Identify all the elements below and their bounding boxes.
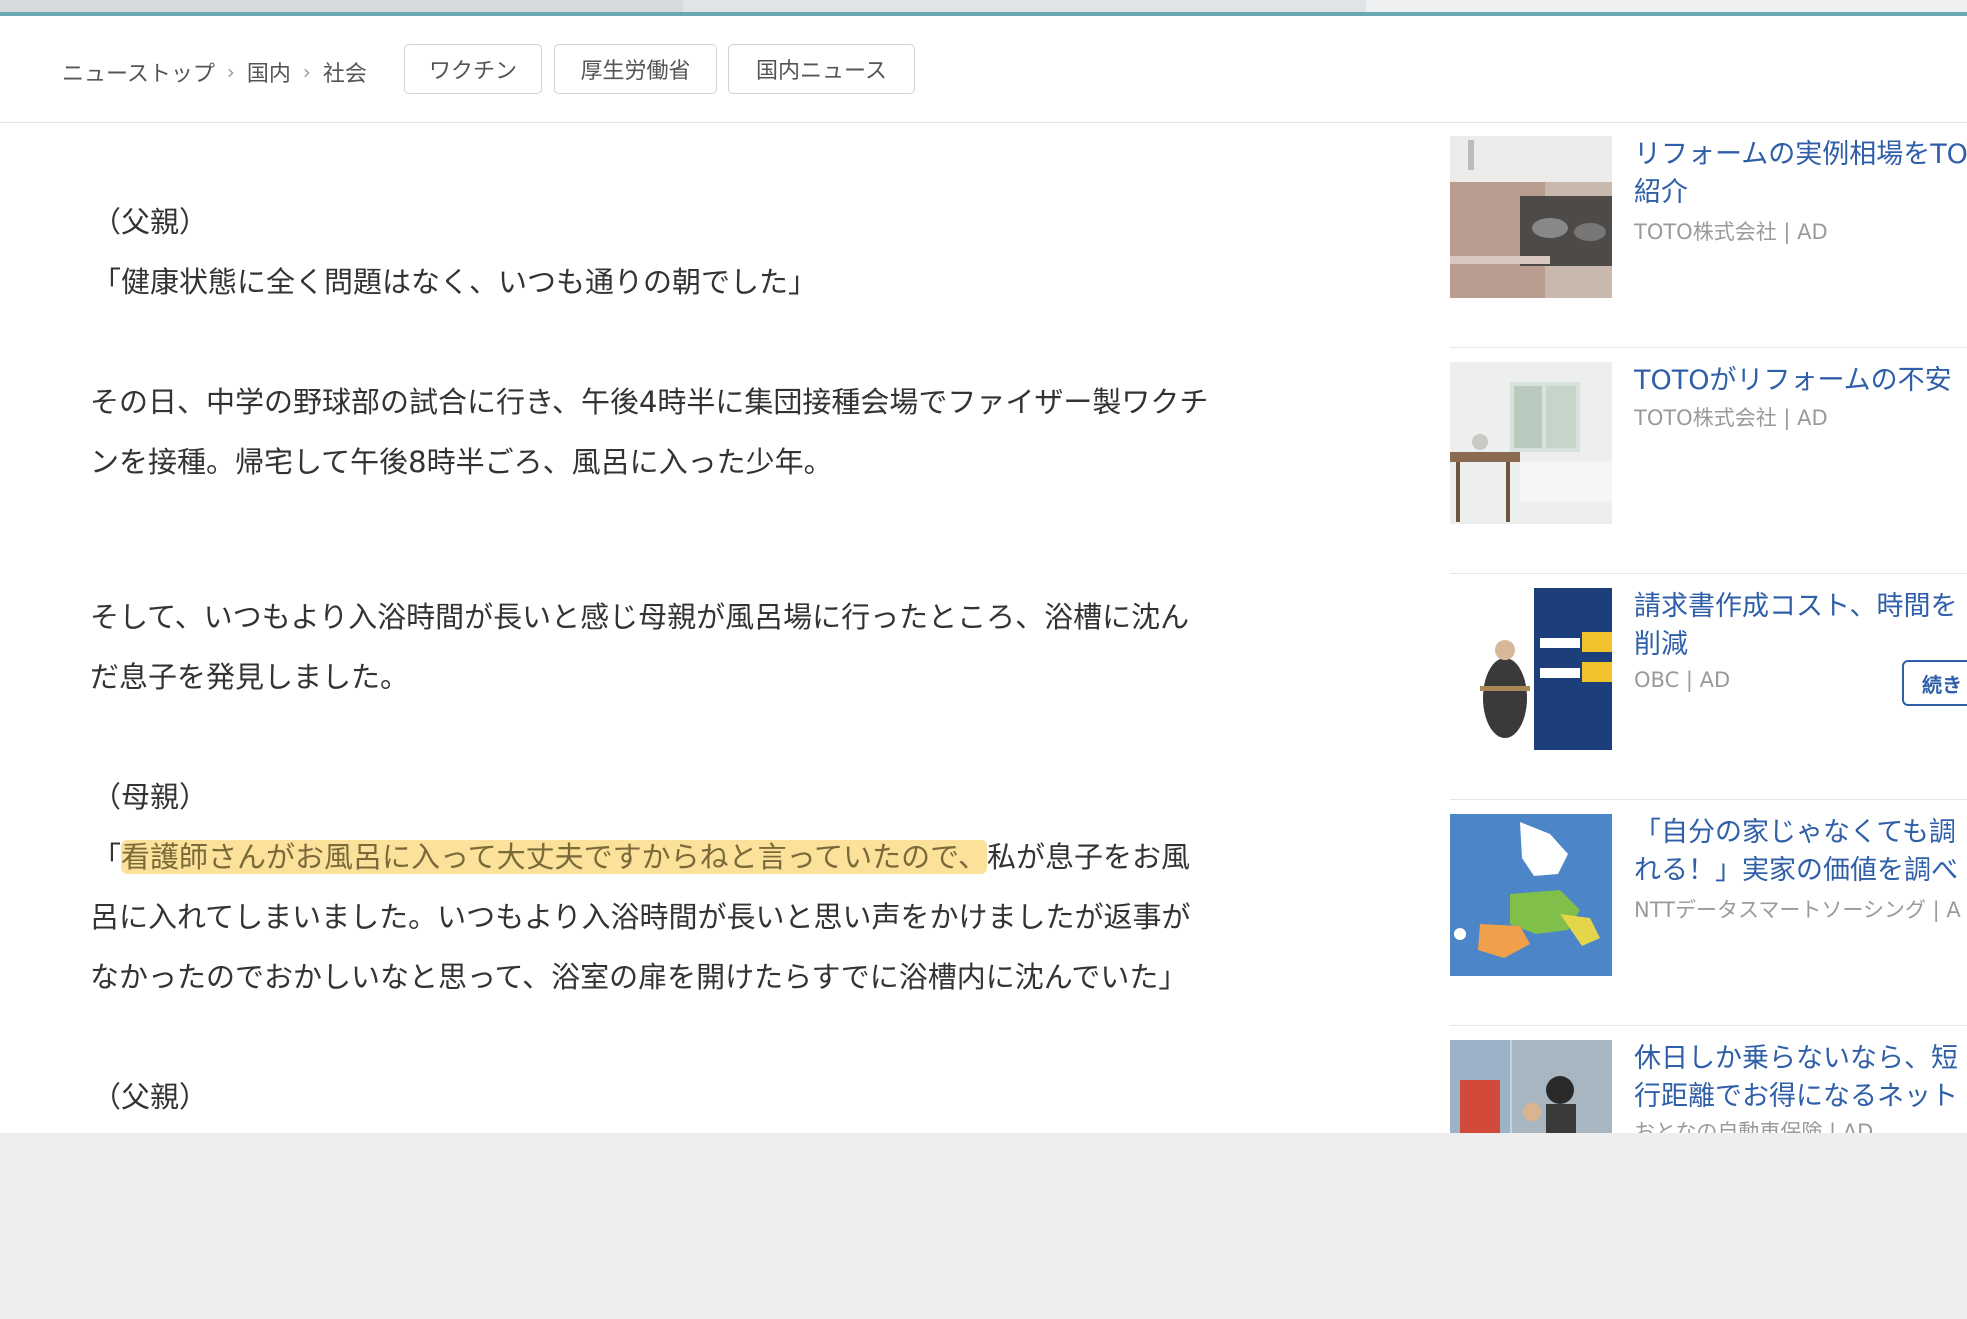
paragraph-text: ンを接種。帰宅して午後8時半ごろ、風呂に入った少年。	[90, 445, 833, 479]
ad-source: NTTデータスマートソーシング | A	[1634, 898, 1961, 922]
ad-thumbnail[interactable]	[1450, 814, 1612, 976]
continue-button[interactable]: 続き	[1902, 660, 1967, 706]
ad-source: OBC | AD	[1634, 668, 1731, 692]
top-bar-segment	[683, 0, 1366, 12]
top-bar-segment	[0, 0, 683, 12]
quote-text: 「健康状態に全く問題はなく、いつも通りの朝でした」	[92, 265, 818, 299]
breadcrumb-society[interactable]: 社会	[323, 56, 367, 88]
quote-text: なかったのでおかしいなと思って、浴室の扉を開けたらすでに浴槽内に沈んでいた」	[90, 960, 1188, 994]
ad-item[interactable]: TOTOがリフォームの不安 TOTO株式会社 | AD	[1450, 348, 1967, 574]
breadcrumb-row: ニューストップ › 国内 › 社会 ワクチン 厚生労働省 国内ニュース	[0, 16, 1967, 123]
breadcrumb: ニューストップ › 国内 › 社会	[62, 56, 367, 88]
ad-title[interactable]: 請求書作成コスト、時間を 削減	[1634, 588, 1967, 664]
paragraph-text: その日、中学の野球部の試合に行き、午後4時半に集団接種会場でファイザー製ワクチ	[90, 385, 1209, 419]
ad-thumbnail[interactable]	[1450, 136, 1612, 298]
breadcrumb-news-top[interactable]: ニューストップ	[62, 56, 215, 88]
quote-text-rest: 私が息子をお風	[986, 840, 1190, 874]
ad-title[interactable]: 休日しか乗らないなら、短 行距離でお得になるネット	[1634, 1040, 1967, 1116]
ad-source: TOTO株式会社 | AD	[1634, 406, 1828, 430]
paragraph-text: だ息子を発見しました。	[90, 660, 410, 694]
tag-mhlw[interactable]: 厚生労働省	[554, 44, 717, 94]
kitchen-drawer-image	[1450, 136, 1612, 298]
ad-source: TOTO株式会社 | AD	[1634, 220, 1828, 244]
speaker-label: （父親）	[92, 1080, 209, 1114]
tag-vaccine[interactable]: ワクチン	[404, 44, 542, 94]
ad-title[interactable]: 「自分の家じゃなくても調 れる！」実家の価値を調べ	[1634, 814, 1967, 890]
tag-domestic-news[interactable]: 国内ニュース	[728, 44, 915, 94]
chevron-right-icon: ›	[302, 60, 311, 84]
bottom-overlay	[0, 1133, 1967, 1319]
chevron-right-icon: ›	[226, 60, 235, 84]
top-bar-segment	[1366, 0, 1967, 12]
speaker-label: （母親）	[92, 780, 209, 814]
ad-thumbnail[interactable]	[1450, 588, 1612, 750]
ad-title[interactable]: TOTOがリフォームの不安	[1634, 362, 1967, 400]
japan-map-image	[1450, 814, 1612, 976]
kitchen-room-image	[1450, 362, 1612, 524]
quote-text: 「看護師さんがお風呂に入って大丈夫ですからねと言っていたので、私が息子をお風	[92, 827, 1342, 887]
ad-item[interactable]: 「自分の家じゃなくても調 れる！」実家の価値を調べ NTTデータスマートソーシン…	[1450, 800, 1967, 1026]
quote-open: 「	[92, 840, 122, 874]
ad-item[interactable]: リフォームの実例相場をTO 紹介 TOTO株式会社 | AD	[1450, 122, 1967, 348]
invoice-banner-image	[1450, 588, 1612, 750]
ad-item[interactable]: 請求書作成コスト、時間を 削減 OBC | AD 続き	[1450, 574, 1967, 800]
article-body: （父親） 「健康状態に全く問題はなく、いつも通りの朝でした」 その日、中学の野球…	[90, 150, 1342, 1127]
speaker-label: （父親）	[92, 205, 209, 239]
quote-text: 呂に入れてしまいました。いつもより入浴時間が長いと思い声をかけましたが返事が	[90, 900, 1191, 934]
top-bar	[0, 0, 1967, 16]
ad-title[interactable]: リフォームの実例相場をTO 紹介	[1634, 136, 1967, 212]
paragraph-text: そして、いつもより入浴時間が長いと感じ母親が風呂場に行ったところ、浴槽に沈ん	[90, 600, 1190, 634]
ad-thumbnail[interactable]	[1450, 362, 1612, 524]
breadcrumb-domestic[interactable]: 国内	[247, 56, 291, 88]
highlighted-text: 看護師さんがお風呂に入って大丈夫ですからねと言っていたので、	[121, 840, 987, 874]
